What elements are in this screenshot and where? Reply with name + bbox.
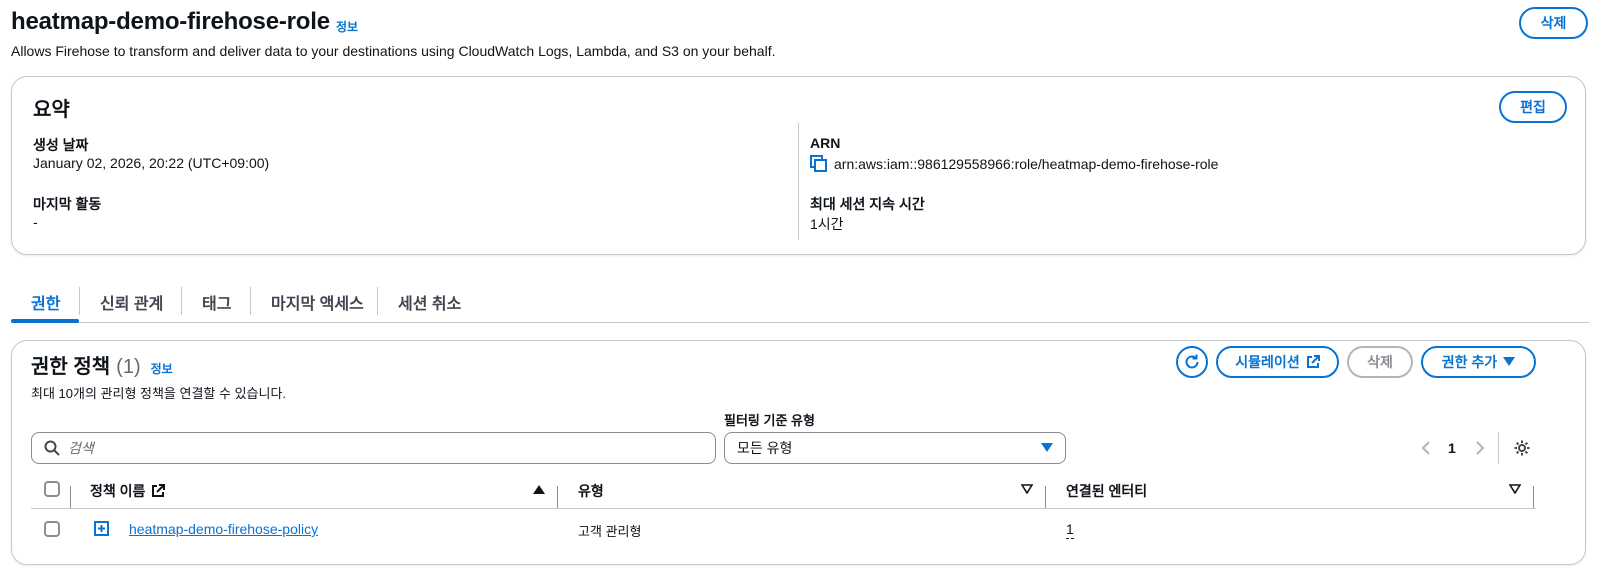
sort-icon[interactable] (1021, 484, 1033, 494)
permissions-count: (1) (116, 356, 141, 378)
attached-entities-header-label: 연결된 엔터티 (1066, 483, 1148, 499)
arn-value: arn:aws:iam::986129558966:role/heatmap-d… (834, 156, 1219, 172)
tab-last-accessed[interactable]: 마지막 액세스 (251, 281, 384, 322)
filter-type-select[interactable]: 모든 유형 (724, 432, 1066, 464)
caret-down-icon (1041, 443, 1053, 453)
search-placeholder: 검색 (68, 440, 94, 456)
filter-type-label: 필터링 기준 유형 (724, 413, 815, 428)
search-input[interactable]: 검색 (31, 432, 716, 464)
external-link-icon (1306, 355, 1320, 369)
external-link-icon (151, 484, 166, 498)
filter-type-value: 모든 유형 (737, 440, 793, 456)
tab-bar: 권한 신뢰 관계 태그 마지막 액세스 세션 취소 (11, 281, 1589, 323)
expand-row-icon[interactable] (94, 521, 109, 536)
next-page-button[interactable] (1472, 438, 1488, 458)
permissions-title: 권한 정책 (31, 356, 111, 378)
pagination-divider (1498, 432, 1499, 464)
caret-down-icon (1503, 357, 1516, 367)
permissions-description: 최대 10개의 관리형 정책을 연결할 수 있습니다. (31, 386, 287, 401)
chevron-left-icon (1421, 440, 1431, 456)
arn-label: ARN (810, 135, 841, 151)
page-title: heatmap-demo-firehose-role (11, 8, 330, 35)
select-all-checkbox[interactable] (44, 481, 60, 497)
column-separator (70, 486, 71, 508)
simulation-button-label: 시뮬레이션 (1235, 354, 1300, 370)
tab-trust-relationships[interactable]: 신뢰 관계 (80, 281, 183, 322)
policy-name-link[interactable]: heatmap-demo-firehose-policy (129, 521, 318, 537)
delete-policy-button[interactable]: 삭제 (1347, 346, 1413, 378)
delete-policy-button-label: 삭제 (1367, 354, 1393, 370)
column-header-policy-name[interactable]: 정책 이름 (90, 481, 166, 501)
policy-name-header-label: 정책 이름 (90, 483, 146, 499)
type-header-label: 유형 (578, 483, 604, 499)
attached-entities-value[interactable]: 1 (1066, 521, 1074, 539)
gear-icon (1513, 439, 1531, 457)
tab-revoke-sessions[interactable]: 세션 취소 (378, 281, 481, 322)
tab-tags[interactable]: 태그 (182, 281, 251, 322)
preferences-button[interactable] (1511, 437, 1533, 459)
summary-card: 요약 편집 생성 날짜 January 02, 2026, 20:22 (UTC… (11, 76, 1586, 255)
simulation-button[interactable]: 시뮬레이션 (1216, 346, 1339, 378)
column-separator (1533, 486, 1534, 508)
last-activity-value: - (33, 214, 38, 230)
table-header-divider (31, 508, 1536, 509)
column-separator (557, 486, 558, 508)
copy-icon[interactable] (810, 155, 828, 173)
current-page-number[interactable]: 1 (1448, 440, 1456, 456)
column-header-attached-entities[interactable]: 연결된 엔터티 (1066, 481, 1147, 501)
column-header-type[interactable]: 유형 (578, 481, 604, 501)
created-date-label: 생성 날짜 (33, 137, 89, 153)
summary-title: 요약 (33, 99, 70, 121)
permissions-header: 권한 정책 (1) 정보 (31, 350, 173, 379)
edit-button-label: 편집 (1520, 99, 1546, 115)
arn-row: arn:aws:iam::986129558966:role/heatmap-d… (810, 155, 1218, 173)
refresh-button[interactable] (1176, 346, 1208, 378)
chevron-right-icon (1475, 440, 1485, 456)
delete-role-button[interactable]: 삭제 (1519, 7, 1588, 39)
tab-permissions[interactable]: 권한 (11, 281, 79, 323)
created-date-value: January 02, 2026, 20:22 (UTC+09:00) (33, 155, 270, 171)
permissions-info-link[interactable]: 정보 (151, 360, 173, 377)
sort-icon[interactable] (1509, 484, 1521, 494)
summary-divider (798, 123, 799, 240)
search-icon (44, 440, 60, 456)
edit-button[interactable]: 편집 (1499, 91, 1567, 123)
sort-ascending-icon[interactable] (533, 484, 545, 494)
refresh-icon (1183, 353, 1201, 371)
max-session-value: 1시간 (810, 216, 844, 232)
policy-type-value: 고객 관리형 (578, 524, 642, 539)
row-checkbox[interactable] (44, 521, 60, 537)
last-activity-label: 마지막 활동 (33, 196, 102, 212)
delete-role-button-label: 삭제 (1540, 15, 1567, 31)
info-link[interactable]: 정보 (336, 18, 358, 35)
role-description: Allows Firehose to transform and deliver… (11, 43, 776, 59)
previous-page-button[interactable] (1418, 438, 1434, 458)
column-separator (1045, 486, 1046, 508)
add-permissions-button[interactable]: 권한 추가 (1421, 346, 1536, 378)
add-permissions-button-label: 권한 추가 (1441, 354, 1498, 370)
max-session-label: 최대 세션 지속 시간 (810, 196, 925, 212)
